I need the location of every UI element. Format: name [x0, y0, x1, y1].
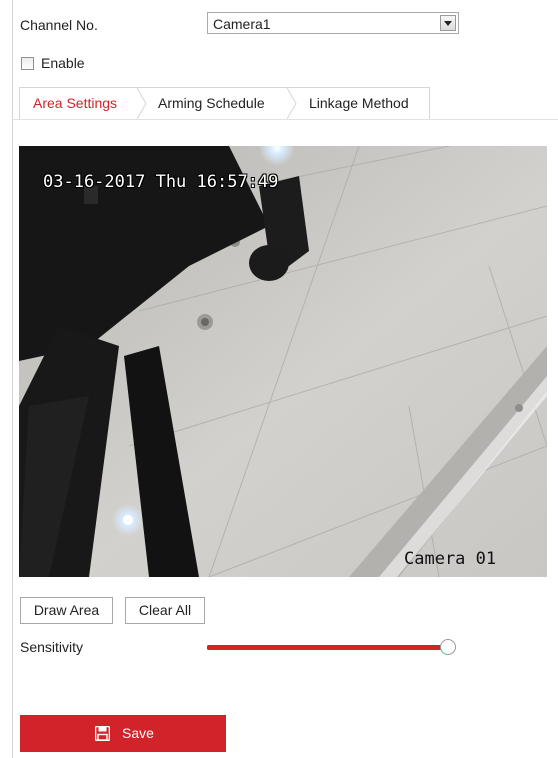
channel-no-label: Channel No. — [20, 17, 98, 33]
live-video-view[interactable]: 03-16-2017 Thu 16:57:49 Camera 01 — [19, 146, 547, 577]
floppy-disk-icon — [95, 726, 110, 741]
video-camera-name-osd: Camera 01 — [404, 549, 497, 569]
sensitivity-slider-track[interactable] — [207, 645, 449, 650]
tab-area-settings[interactable]: Area Settings — [33, 88, 117, 119]
sensitivity-slider-handle[interactable] — [440, 639, 456, 655]
tab-linkage-method[interactable]: Linkage Method — [309, 88, 409, 119]
camera-image — [19, 146, 547, 577]
sensitivity-slider-fill — [207, 645, 449, 650]
save-button[interactable]: Save — [20, 715, 226, 752]
tab-arming-schedule[interactable]: Arming Schedule — [158, 88, 265, 119]
sensitivity-label: Sensitivity — [20, 639, 84, 655]
tab-separator — [286, 88, 297, 119]
channel-select[interactable]: Camera1 — [207, 12, 459, 34]
chevron-down-icon[interactable] — [440, 15, 456, 31]
tab-separator — [136, 88, 147, 119]
tab-bar: Area Settings Arming Schedule Linkage Me… — [19, 87, 430, 120]
save-button-label: Save — [122, 725, 154, 741]
draw-area-button[interactable]: Draw Area — [20, 597, 113, 624]
tab-underline — [12, 119, 558, 120]
video-timestamp-osd: 03-16-2017 Thu 16:57:49 — [43, 172, 279, 192]
left-divider — [12, 0, 13, 758]
enable-checkbox[interactable] — [21, 57, 34, 70]
clear-all-button[interactable]: Clear All — [125, 597, 205, 624]
channel-select-value: Camera1 — [213, 16, 271, 32]
enable-label: Enable — [41, 55, 85, 71]
